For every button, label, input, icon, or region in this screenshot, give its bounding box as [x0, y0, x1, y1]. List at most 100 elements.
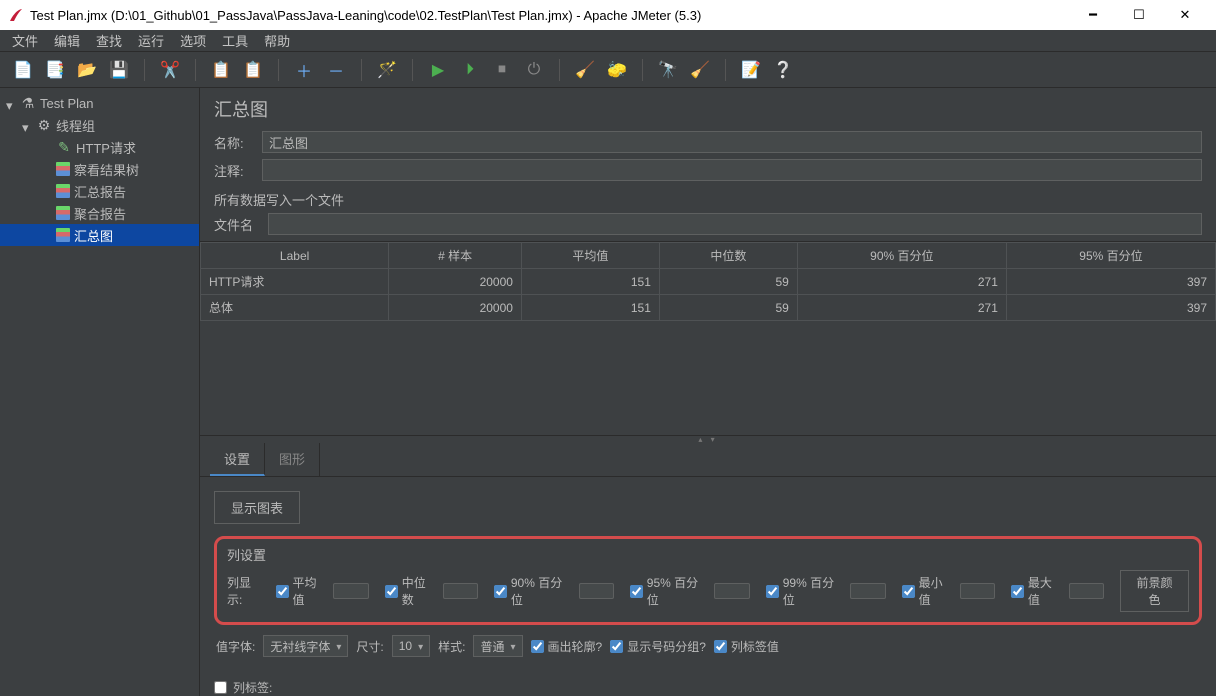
search-binoculars-icon[interactable]: 🔭 [655, 57, 681, 83]
name-input[interactable] [262, 131, 1202, 153]
menu-options[interactable]: 选项 [174, 30, 212, 51]
chk-max[interactable]: 最大值 [1011, 574, 1063, 608]
chk-p99[interactable]: 99% 百分位 [766, 574, 845, 608]
toggle-icon[interactable]: 🪄 [374, 57, 400, 83]
color-chip-median[interactable] [443, 583, 478, 599]
chk-p95-label: 95% 百分位 [647, 574, 709, 608]
menu-help[interactable]: 帮助 [258, 30, 296, 51]
chk-max-label: 最大值 [1028, 574, 1063, 608]
show-graph-button[interactable]: 显示图表 [214, 491, 300, 524]
color-chip-p99[interactable] [850, 583, 885, 599]
table-row[interactable]: 总体 20000 151 59 271 397 [201, 295, 1216, 321]
chk-outline[interactable]: 画出轮廓? [531, 638, 603, 655]
tree-thread-group[interactable]: ▾ 线程组 [0, 114, 199, 136]
col-label[interactable]: Label [201, 243, 389, 269]
chevron-down-icon [418, 639, 423, 653]
chk-col-tag[interactable]: 列标签值 [714, 638, 779, 655]
tab-graph[interactable]: 图形 [265, 443, 320, 476]
close-button[interactable]: ✕ [1162, 0, 1208, 30]
name-row: 名称: [200, 128, 1216, 156]
tree-root[interactable]: ▾ Test Plan [0, 92, 199, 114]
chk-group-num[interactable]: 显示号码分组? [610, 638, 706, 655]
color-chip-min[interactable] [960, 583, 995, 599]
menu-edit[interactable]: 编辑 [48, 30, 86, 51]
menu-run[interactable]: 运行 [132, 30, 170, 51]
help-icon[interactable]: ❔ [770, 57, 796, 83]
toolbar-separator [725, 59, 726, 81]
font-style-select[interactable]: 普通 [473, 635, 522, 657]
tree-aggregate-graph[interactable]: 汇总图 [0, 224, 199, 246]
col-median[interactable]: 中位数 [659, 243, 797, 269]
value-font-row: 值字体: 无衬线字体 尺寸: 10 样式: 普通 画出轮廓? [214, 625, 1202, 657]
collapse-icon[interactable]: － [323, 57, 349, 83]
font-size-select[interactable]: 10 [392, 635, 430, 657]
menu-search[interactable]: 查找 [90, 30, 128, 51]
maximize-button[interactable]: ☐ [1116, 0, 1162, 30]
chevron-down-icon[interactable]: ▾ [22, 120, 32, 130]
toolbar-separator [559, 59, 560, 81]
templates-icon[interactable]: 📑 [42, 57, 68, 83]
paste-icon[interactable]: 📋 [240, 57, 266, 83]
clear-all-icon[interactable]: 🧽 [604, 57, 630, 83]
font-family-select[interactable]: 无衬线字体 [263, 635, 348, 657]
col-p95[interactable]: 95% 百分位 [1006, 243, 1215, 269]
copy-icon[interactable]: 📋 [208, 57, 234, 83]
chk-p90-input[interactable] [494, 585, 507, 598]
minimize-button[interactable]: ━ [1070, 0, 1116, 30]
chk-group-num-label: 显示号码分组? [627, 638, 706, 655]
tree-http-request[interactable]: HTTP请求 [0, 136, 199, 158]
comment-input[interactable] [262, 159, 1202, 181]
cell-p95: 397 [1006, 269, 1215, 295]
chk-col-label-input[interactable] [214, 681, 227, 694]
color-chip-p90[interactable] [579, 583, 614, 599]
cell-avg: 151 [521, 295, 659, 321]
tree-summary-report[interactable]: 汇总报告 [0, 180, 199, 202]
filename-input[interactable] [268, 213, 1202, 235]
new-icon[interactable]: 📄 [10, 57, 36, 83]
chk-min[interactable]: 最小值 [902, 574, 954, 608]
split-drag-handle[interactable] [200, 435, 1216, 443]
tree-result-tree[interactable]: 察看结果树 [0, 158, 199, 180]
stop-icon[interactable]: ⏹ [489, 57, 515, 83]
chk-max-input[interactable] [1011, 585, 1024, 598]
chk-p90[interactable]: 90% 百分位 [494, 574, 573, 608]
menubar: 文件 编辑 查找 运行 选项 工具 帮助 [0, 30, 1216, 52]
menu-file[interactable]: 文件 [6, 30, 44, 51]
chk-avg-input[interactable] [276, 585, 289, 598]
color-chip-p95[interactable] [714, 583, 749, 599]
foreground-color-button[interactable]: 前景颜色 [1120, 570, 1189, 612]
tree-summary-report-label: 汇总报告 [74, 182, 126, 201]
color-chip-avg[interactable] [333, 583, 368, 599]
table-row[interactable]: HTTP请求 20000 151 59 271 397 [201, 269, 1216, 295]
col-p90[interactable]: 90% 百分位 [797, 243, 1006, 269]
cut-icon[interactable]: ✂️ [157, 57, 183, 83]
chk-avg[interactable]: 平均值 [276, 574, 328, 608]
chk-outline-input[interactable] [531, 640, 544, 653]
tab-settings[interactable]: 设置 [210, 443, 265, 476]
chk-median-input[interactable] [385, 585, 398, 598]
chk-median[interactable]: 中位数 [385, 574, 437, 608]
clear-icon[interactable]: 🧹 [572, 57, 598, 83]
chk-min-input[interactable] [902, 585, 915, 598]
menu-tools[interactable]: 工具 [216, 30, 254, 51]
chk-group-num-input[interactable] [610, 640, 623, 653]
chk-avg-label: 平均值 [293, 574, 328, 608]
function-helper-icon[interactable]: 📝 [738, 57, 764, 83]
chk-col-tag-input[interactable] [714, 640, 727, 653]
open-icon[interactable]: 📂 [74, 57, 100, 83]
chk-p95[interactable]: 95% 百分位 [630, 574, 709, 608]
start-no-pause-icon[interactable]: ⏵ [457, 57, 483, 83]
start-icon[interactable]: ▶ [425, 57, 451, 83]
col-samples[interactable]: # 样本 [389, 243, 522, 269]
tree-aggregate-report[interactable]: 聚合报告 [0, 202, 199, 224]
expand-icon[interactable]: ＋ [291, 57, 317, 83]
col-avg[interactable]: 平均值 [521, 243, 659, 269]
chevron-down-icon[interactable]: ▾ [6, 98, 16, 108]
save-icon[interactable]: 💾 [106, 57, 132, 83]
reset-search-icon[interactable]: 🧹 [687, 57, 713, 83]
color-chip-max[interactable] [1069, 583, 1104, 599]
shutdown-icon[interactable]: ⏻ [521, 57, 547, 83]
chk-p99-input[interactable] [766, 585, 779, 598]
chart-icon [56, 228, 70, 242]
chk-p95-input[interactable] [630, 585, 643, 598]
